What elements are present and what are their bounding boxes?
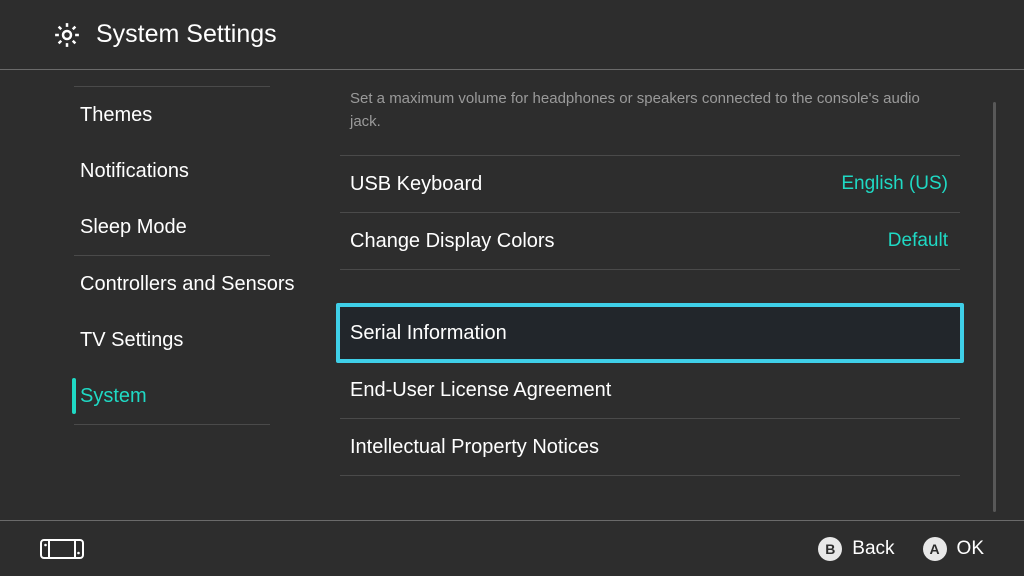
row-ip-notices[interactable]: Intellectual Property Notices	[340, 419, 960, 475]
sidebar-item-label: Themes	[80, 104, 152, 127]
row-value: English (US)	[841, 173, 948, 195]
sidebar-item-controllers[interactable]: Controllers and Sensors	[0, 256, 330, 312]
scrollbar[interactable]	[993, 102, 996, 512]
header: System Settings	[0, 0, 1024, 70]
main-panel: Set a maximum volume for headphones or s…	[330, 70, 1024, 520]
row-label: Serial Information	[350, 322, 507, 345]
gear-icon	[52, 20, 82, 50]
sidebar-item-label: System	[80, 385, 147, 408]
sidebar-item-system[interactable]: System	[0, 368, 330, 424]
row-change-display-colors[interactable]: Change Display Colors Default	[340, 213, 960, 269]
sidebar-item-themes[interactable]: Themes	[0, 87, 330, 143]
hint-label: OK	[957, 538, 984, 560]
b-button-icon: B	[818, 537, 842, 561]
row-serial-information[interactable]: Serial Information	[336, 303, 964, 363]
hint-back[interactable]: B Back	[818, 537, 894, 561]
footer-right: B Back A OK	[818, 537, 984, 561]
sidebar-item-label: Controllers and Sensors	[80, 273, 295, 296]
footer-left	[40, 539, 84, 559]
a-button-icon: A	[923, 537, 947, 561]
sidebar-item-notifications[interactable]: Notifications	[0, 143, 330, 199]
row-label: Change Display Colors	[350, 230, 555, 253]
sidebar-item-label: TV Settings	[80, 329, 183, 352]
sidebar-item-sleep-mode[interactable]: Sleep Mode	[0, 199, 330, 255]
sidebar-item-label: Sleep Mode	[80, 216, 187, 239]
controller-icon[interactable]	[40, 539, 84, 559]
row-label: USB Keyboard	[350, 173, 482, 196]
setting-description: Set a maximum volume for headphones or s…	[340, 88, 930, 133]
footer: B Back A OK	[0, 520, 1024, 576]
divider	[340, 475, 960, 476]
page-title: System Settings	[96, 20, 277, 49]
row-label: Intellectual Property Notices	[350, 436, 599, 459]
divider	[74, 424, 270, 425]
row-usb-keyboard[interactable]: USB Keyboard English (US)	[340, 156, 960, 212]
row-label: End-User License Agreement	[350, 379, 611, 402]
sidebar-item-tv-settings[interactable]: TV Settings	[0, 312, 330, 368]
sidebar-item-label: Notifications	[80, 160, 189, 183]
body: Themes Notifications Sleep Mode Controll…	[0, 70, 1024, 520]
hint-ok[interactable]: A OK	[923, 537, 984, 561]
settings-screen: System Settings Themes Notifications Sle…	[0, 0, 1024, 576]
row-value: Default	[888, 230, 948, 252]
sidebar: Themes Notifications Sleep Mode Controll…	[0, 70, 330, 520]
hint-label: Back	[852, 538, 894, 560]
row-eula[interactable]: End-User License Agreement	[340, 362, 960, 418]
